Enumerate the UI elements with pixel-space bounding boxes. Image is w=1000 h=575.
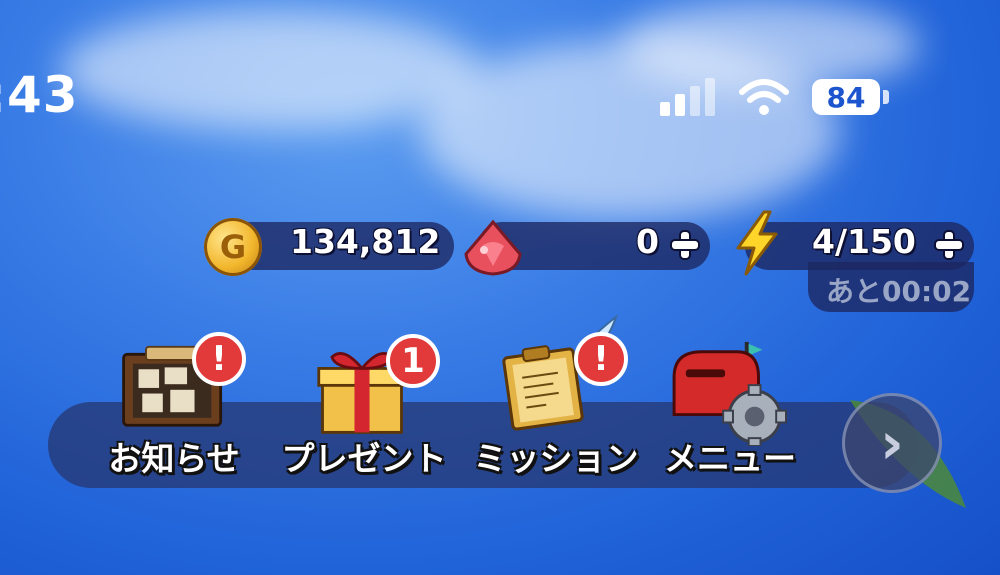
gold-value: 134,812: [290, 222, 441, 261]
menu-item-notice[interactable]: ! お知らせ: [84, 320, 264, 480]
mission-alert-badge: !: [574, 332, 628, 386]
battery-indicator: 84: [812, 79, 880, 115]
battery-cap: [883, 90, 889, 104]
add-stamina-button[interactable]: [934, 230, 964, 260]
menu-item-mission[interactable]: ! ミッション: [466, 314, 646, 480]
mailbox-gear-icon: [672, 341, 787, 446]
stamina-value: 4/150: [812, 222, 916, 261]
signal-icon: [660, 78, 715, 116]
gold-coin-icon: G: [204, 218, 262, 276]
stamina-recover-time: あと00:02: [826, 275, 972, 308]
menu-label-present: プレゼント: [281, 439, 447, 478]
gem-value: 0: [636, 222, 659, 261]
add-gems-button[interactable]: [670, 230, 700, 260]
menu-item-present[interactable]: 1 プレゼント: [274, 320, 454, 480]
lightning-icon: [736, 210, 778, 276]
menu-label-mission: ミッション: [473, 439, 639, 478]
next-page-button[interactable]: ›: [842, 393, 942, 493]
menu-label-notice: お知らせ: [108, 439, 240, 478]
cloud: [620, 0, 920, 90]
present-count-badge: 1: [386, 334, 440, 388]
notice-alert-badge: !: [192, 332, 246, 386]
menu-item-menu[interactable]: メニュー: [640, 320, 820, 480]
wifi-icon: [739, 79, 789, 115]
gem-icon: [464, 220, 522, 276]
menu-label-menu: メニュー: [664, 439, 796, 478]
status-time: :43: [0, 66, 79, 124]
cloud: [60, 10, 480, 130]
